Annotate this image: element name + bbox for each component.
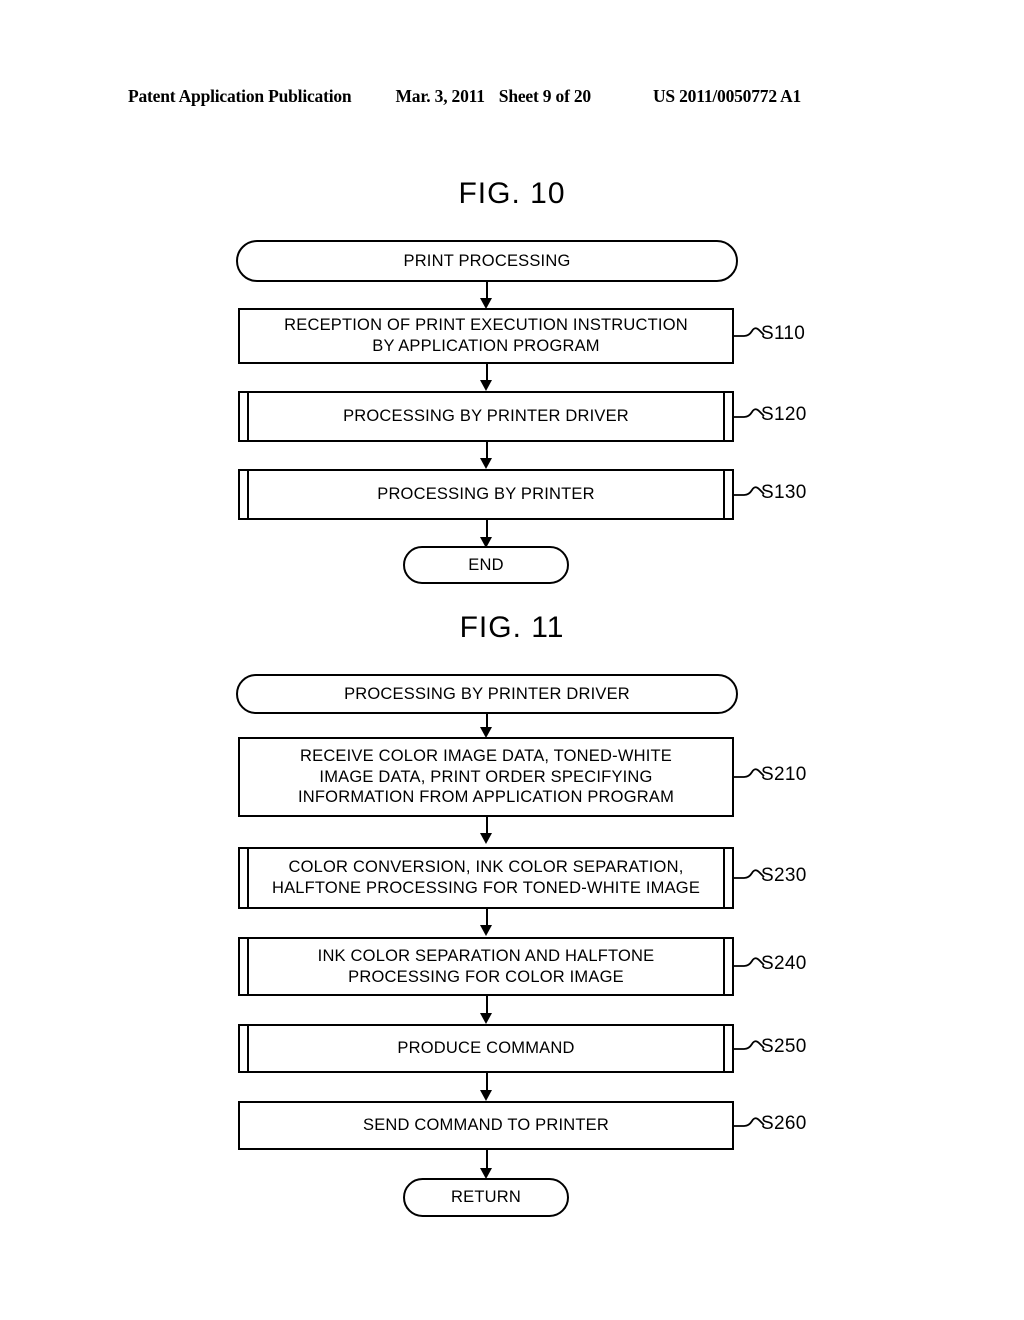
fig11-step-s230-box: COLOR CONVERSION, INK COLOR SEPARATION, … xyxy=(238,847,734,909)
fig10-step-s120-box: PROCESSING BY PRINTER DRIVER xyxy=(238,391,734,442)
fig11-step-s250-label: PRODUCE COMMAND xyxy=(397,1039,575,1058)
fig11-return-label: RETURN xyxy=(451,1188,521,1207)
fig11-step-s250-box: PRODUCE COMMAND xyxy=(238,1024,734,1073)
figure-10-title: FIG. 10 xyxy=(458,177,566,210)
publication-date: Mar. 3, 2011 xyxy=(395,86,485,106)
fig11-step-s260-box: SEND COMMAND TO PRINTER xyxy=(238,1101,734,1150)
fig11-step-ref-s250: S250 xyxy=(761,1036,807,1057)
figure-11-title: FIG. 11 xyxy=(459,611,565,644)
fig11-step-ref-s230: S230 xyxy=(761,865,807,886)
fig11-step-s240-label: INK COLOR SEPARATION AND HALFTONE PROCES… xyxy=(317,946,655,986)
fig10-arrowhead-s120 xyxy=(480,380,492,391)
fig11-step-s230-label: COLOR CONVERSION, INK COLOR SEPARATION, … xyxy=(271,858,701,897)
publication-title: Patent Application Publication xyxy=(128,86,352,106)
fig11-return-terminator: RETURN xyxy=(403,1178,569,1217)
fig10-step-s110-box: RECEPTION OF PRINT EXECUTION INSTRUCTION… xyxy=(238,308,734,364)
fig11-arrowhead-s230 xyxy=(480,833,492,844)
fig11-step-s240-box: INK COLOR SEPARATION AND HALFTONE PROCES… xyxy=(238,937,734,996)
fig10-end-terminator: END xyxy=(403,546,569,584)
sheet-number: Sheet 9 of 20 xyxy=(498,86,591,106)
fig11-step-s210-label: RECEIVE COLOR IMAGE DATA, TONED-WHITE IM… xyxy=(297,747,675,807)
fig11-start-label: PROCESSING BY PRINTER DRIVER xyxy=(344,684,630,703)
fig10-step-s110-label: RECEPTION OF PRINT EXECUTION INSTRUCTION… xyxy=(284,316,688,355)
fig10-step-ref-s130: S130 xyxy=(761,482,807,503)
fig11-step-ref-s210: S210 xyxy=(761,764,807,785)
fig10-step-ref-s110: S110 xyxy=(761,323,806,344)
fig11-step-ref-s260: S260 xyxy=(761,1113,807,1134)
fig10-end-label: END xyxy=(468,555,504,574)
publication-header: Patent Application Publication Mar. 3, 2… xyxy=(128,86,896,107)
fig11-step-s210-box: RECEIVE COLOR IMAGE DATA, TONED-WHITE IM… xyxy=(238,737,734,817)
fig11-start-terminator: PROCESSING BY PRINTER DRIVER xyxy=(236,674,738,714)
fig11-arrowhead-s240 xyxy=(480,925,492,936)
fig11-arrowhead-s260 xyxy=(480,1090,492,1101)
fig10-step-ref-s120: S120 xyxy=(761,404,807,425)
fig10-step-s120-label: PROCESSING BY PRINTER DRIVER xyxy=(343,407,629,426)
fig10-start-label: PRINT PROCESSING xyxy=(403,251,571,270)
fig11-step-s260-label: SEND COMMAND TO PRINTER xyxy=(362,1116,609,1135)
fig10-step-s130-box: PROCESSING BY PRINTER xyxy=(238,469,734,520)
fig10-arrowhead-s130 xyxy=(480,458,492,469)
patent-number: US 2011/0050772 A1 xyxy=(652,86,802,106)
fig11-arrowhead-s250 xyxy=(480,1013,492,1024)
fig10-start-terminator: PRINT PROCESSING xyxy=(236,240,738,282)
fig11-step-ref-s240: S240 xyxy=(761,953,807,974)
fig10-step-s130-label: PROCESSING BY PRINTER xyxy=(377,485,595,504)
